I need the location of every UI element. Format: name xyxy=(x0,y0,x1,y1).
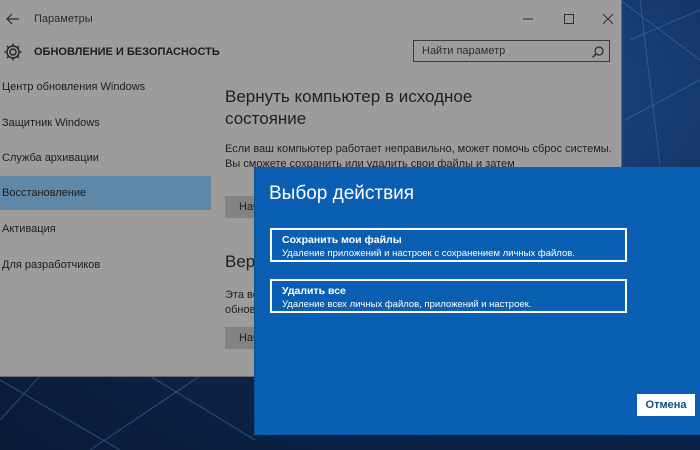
close-icon xyxy=(603,14,613,24)
choose-option-dialog: Выбор действия Сохранить мои файлы Удале… xyxy=(255,167,700,435)
minimize-button[interactable] xyxy=(513,8,543,30)
reset-pc-heading: Вернуть компьютер в исходное состояние xyxy=(225,87,473,128)
remove-everything-option[interactable]: Удалить все Удаление всех личных файлов,… xyxy=(270,279,627,313)
maximize-button[interactable] xyxy=(554,8,584,30)
section-title: ОБНОВЛЕНИЕ И БЕЗОПАСНОСТЬ xyxy=(34,46,220,58)
search-icon[interactable] xyxy=(592,45,604,58)
search-input[interactable] xyxy=(414,41,584,61)
sidebar-item-recovery[interactable]: Восстановление xyxy=(0,176,211,210)
sidebar-item-windows-defender[interactable]: Защитник Windows xyxy=(0,106,211,140)
dialog-title: Выбор действия xyxy=(269,183,415,204)
close-button[interactable] xyxy=(593,8,621,30)
cancel-button[interactable]: Отмена xyxy=(637,394,695,416)
minimize-icon xyxy=(523,18,533,20)
option-description: Удаление приложений и настроек с сохране… xyxy=(282,248,575,259)
sidebar-item-activation[interactable]: Активация xyxy=(0,212,211,246)
sidebar-item-windows-update[interactable]: Центр обновления Windows xyxy=(0,70,211,104)
sidebar: Центр обновления Windows Защитник Window… xyxy=(0,70,211,376)
option-title: Удалить все xyxy=(282,285,346,297)
sidebar-item-backup[interactable]: Служба архивации xyxy=(0,141,211,175)
back-arrow-icon[interactable] xyxy=(6,12,20,26)
title-bar: Параметры xyxy=(0,0,621,36)
option-description: Удаление всех личных файлов, приложений … xyxy=(282,299,532,310)
option-title: Сохранить мои файлы xyxy=(282,234,402,246)
keep-my-files-option[interactable]: Сохранить мои файлы Удаление приложений … xyxy=(270,228,627,262)
desktop-background: Параметры ОБНОВЛЕНИЕ И БЕЗОПАСНОСТЬ Найт… xyxy=(0,0,700,450)
sidebar-item-developers[interactable]: Для разработчиков xyxy=(0,248,211,282)
window-title: Параметры xyxy=(34,13,93,25)
maximize-icon xyxy=(564,14,574,24)
settings-header: ОБНОВЛЕНИЕ И БЕЗОПАСНОСТЬ xyxy=(0,36,621,70)
search-box[interactable] xyxy=(413,40,610,62)
gear-icon xyxy=(3,42,23,62)
